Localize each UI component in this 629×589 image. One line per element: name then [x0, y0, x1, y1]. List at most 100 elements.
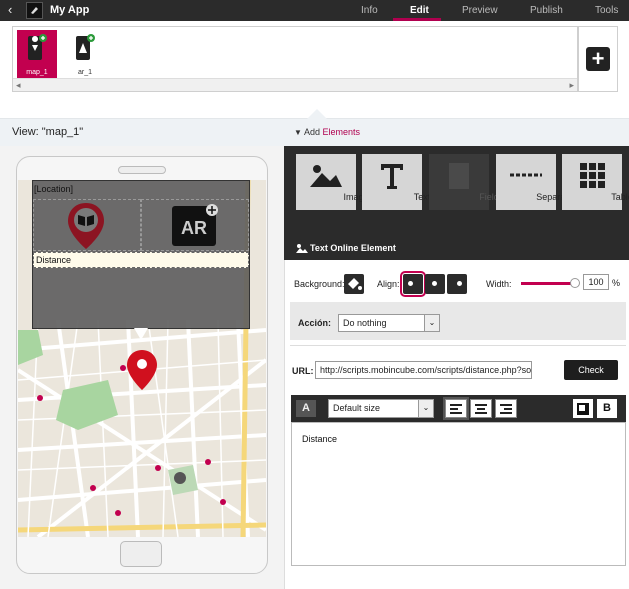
bold-button[interactable]: B [597, 399, 617, 418]
align-left-line [450, 412, 462, 414]
font-size-select[interactable]: Default size ⌄ [328, 399, 434, 418]
add-elements-toggle[interactable]: ▼ Add Elements [294, 127, 360, 137]
screen-thumb-ar[interactable]: ar_1 [65, 30, 105, 78]
image-icon [310, 165, 342, 187]
book-pin-icon [68, 203, 104, 249]
distance-label[interactable]: Distance [33, 252, 249, 268]
pointer-notch [307, 109, 327, 119]
triangle-down-icon: ▼ [294, 128, 302, 137]
paint-bucket-icon [348, 278, 362, 290]
phone-home-button [120, 541, 162, 567]
add-screen-panel: + [578, 26, 618, 92]
tab-edit[interactable]: Edit [410, 5, 429, 16]
width-slider[interactable] [521, 278, 580, 288]
action-label: Acción: [298, 318, 332, 328]
text-editor[interactable]: Distance [291, 422, 626, 566]
align-center-button[interactable] [425, 274, 445, 294]
location-label: [Location] [34, 184, 74, 194]
url-input[interactable]: http://scripts.mobincube.com/scripts/dis… [315, 361, 532, 379]
ar-screen-icon [76, 34, 95, 60]
horizontal-scrollbar[interactable]: ◂ ▸ [13, 78, 577, 91]
palette-text[interactable]: Text [362, 154, 430, 210]
top-bar: ‹ My App Info Edit Preview Publish Tools [0, 0, 629, 21]
ar-icon: AR [172, 204, 218, 246]
view-label: View: "map_1" [12, 126, 84, 138]
check-button[interactable]: Check [564, 360, 618, 380]
layout-properties-row: Background: Align: Width: 100 % [290, 270, 626, 298]
back-arrow-icon[interactable]: ‹ [8, 3, 20, 17]
active-tab-underline [393, 18, 441, 21]
align-center-icon [432, 281, 437, 286]
width-label: Width: [486, 279, 512, 289]
view-bar: View: "map_1" ▼ Add Elements [0, 109, 629, 146]
palette-separator[interactable]: Separator [496, 154, 576, 210]
action-row: Acción: Do nothing ⌄ [290, 302, 626, 340]
info-window[interactable]: [Location] AR Distance [32, 180, 250, 329]
align-center-line [477, 408, 485, 410]
map-pin-icon [127, 350, 157, 390]
tab-preview[interactable]: Preview [462, 5, 498, 16]
screen-thumb-label: map_1 [26, 69, 48, 76]
phone-speaker [118, 166, 166, 174]
font-size-value: Default size [333, 403, 381, 413]
element-title: Text Online Element [310, 243, 396, 253]
text-background-icon [577, 403, 589, 415]
align-right-line [504, 408, 512, 410]
url-label: URL: [292, 366, 314, 376]
align-left-line [450, 408, 458, 410]
app-title: My App [50, 4, 90, 16]
text-align-left-button[interactable] [443, 397, 469, 420]
align-center-line [475, 404, 487, 406]
add-screen-button[interactable]: + [586, 47, 610, 71]
text-background-button[interactable] [573, 399, 593, 418]
align-label: Align: [377, 279, 400, 289]
scroll-right-icon[interactable]: ▸ [569, 79, 574, 91]
background-color-button[interactable] [344, 274, 364, 294]
svg-text:AR: AR [181, 218, 207, 238]
text-editor-toolbar: A Default size ⌄ B [291, 395, 626, 422]
app-logo-icon [31, 7, 38, 14]
palette-label: Table [611, 192, 629, 202]
align-right-line [500, 412, 512, 414]
text-online-icon [296, 244, 308, 253]
width-unit: % [612, 278, 621, 288]
book-cell[interactable] [33, 199, 141, 251]
app-logo [26, 2, 43, 19]
screen-thumb-map[interactable]: map_1 [17, 30, 57, 78]
align-right-line [500, 404, 512, 406]
element-title-bar: Text Online Element [284, 216, 629, 260]
action-select-value: Do nothing [343, 318, 387, 328]
align-left-line [450, 404, 462, 406]
table-icon [580, 163, 605, 188]
palette-image[interactable]: Image [296, 154, 369, 210]
align-left-icon [408, 281, 413, 286]
ar-cell[interactable]: AR [141, 199, 249, 251]
align-left-button[interactable] [400, 271, 426, 297]
scroll-left-icon[interactable]: ◂ [16, 79, 21, 91]
tab-info[interactable]: Info [361, 5, 378, 16]
text-icon [381, 164, 403, 189]
tab-tools[interactable]: Tools [595, 5, 618, 16]
map-screen-icon [28, 34, 47, 60]
palette-field: Field [429, 154, 499, 210]
align-center-line [475, 412, 487, 414]
font-color-button[interactable]: A [296, 400, 316, 417]
text-align-right-button[interactable] [495, 399, 517, 418]
chevron-down-icon: ⌄ [418, 400, 433, 417]
align-right-button[interactable] [447, 274, 467, 294]
separator-icon [510, 173, 542, 177]
palette-table[interactable]: Table [562, 154, 629, 210]
add-elements-highlight: Elements [322, 127, 360, 137]
width-input[interactable]: 100 [583, 274, 609, 290]
tab-publish[interactable]: Publish [530, 5, 563, 16]
field-icon [449, 163, 469, 189]
width-slider-knob[interactable] [570, 278, 580, 288]
chevron-down-icon: ⌄ [424, 315, 439, 331]
screen-thumb-label: ar_1 [77, 69, 92, 76]
text-align-center-button[interactable] [470, 399, 492, 418]
editor-content: Distance [302, 434, 338, 444]
section-divider [290, 345, 626, 346]
background-label: Background: [294, 279, 345, 289]
add-elements-prefix: Add [303, 127, 320, 137]
action-select[interactable]: Do nothing ⌄ [338, 314, 440, 332]
